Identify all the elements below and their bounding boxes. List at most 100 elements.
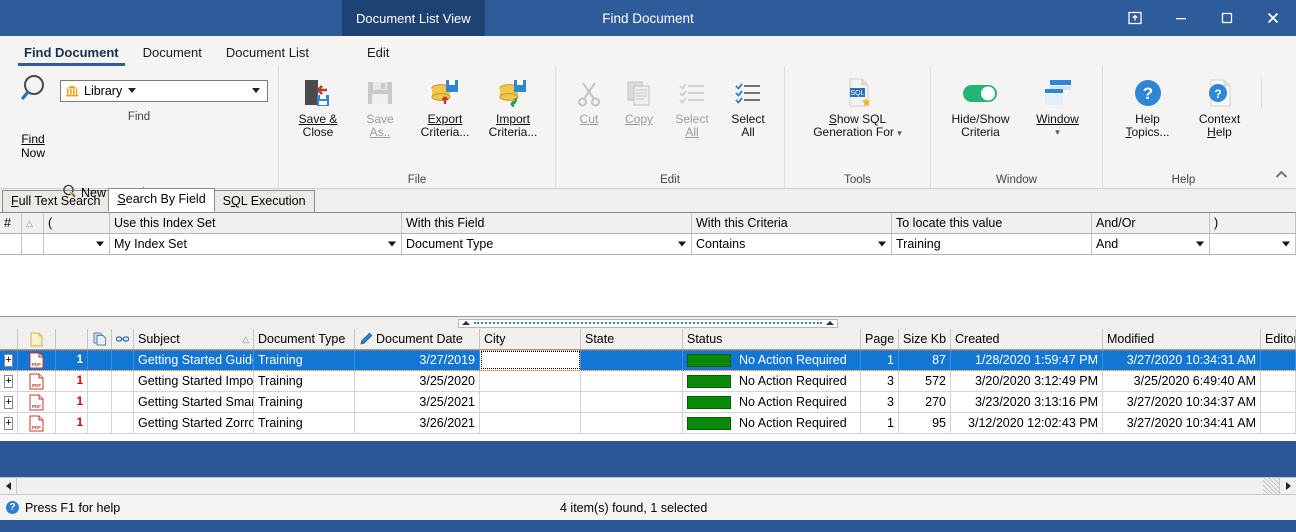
row-page[interactable]: 3 bbox=[861, 392, 899, 412]
row-document-date[interactable]: 3/25/2020 bbox=[355, 371, 480, 391]
results-header-editor[interactable]: Editor bbox=[1261, 329, 1296, 349]
hide-show-criteria-button[interactable]: Hide/Show Criteria bbox=[940, 71, 1022, 139]
close-icon[interactable] bbox=[1250, 0, 1296, 36]
pages-stack-icon[interactable] bbox=[88, 329, 112, 349]
criteria-header-close-paren[interactable]: ) bbox=[1210, 213, 1296, 233]
results-header-count[interactable] bbox=[56, 329, 88, 349]
criteria-operator-chevron-down-icon[interactable] bbox=[874, 237, 889, 252]
criteria-andor-chevron-down-icon[interactable] bbox=[1192, 237, 1207, 252]
row-editor[interactable] bbox=[1261, 392, 1296, 412]
results-header-city[interactable]: City bbox=[480, 329, 581, 349]
row-document-type[interactable]: Training bbox=[254, 413, 355, 433]
criteria-field-chevron-down-icon[interactable] bbox=[674, 237, 689, 252]
row-page[interactable]: 3 bbox=[861, 371, 899, 391]
row-pages-cell[interactable] bbox=[88, 350, 112, 370]
splitter-bar[interactable] bbox=[458, 318, 838, 328]
save-as-button[interactable]: Save As.. bbox=[349, 71, 411, 139]
row-pages-cell[interactable] bbox=[88, 413, 112, 433]
row-editor[interactable] bbox=[1261, 350, 1296, 370]
context-help-button[interactable]: ? Context Help bbox=[1184, 71, 1256, 139]
row-created[interactable]: 1/28/2020 1:59:47 PM bbox=[951, 350, 1103, 370]
window-button[interactable]: Window ▾ bbox=[1022, 71, 1094, 139]
row-link-cell[interactable] bbox=[112, 392, 134, 412]
results-header-document-type[interactable]: Document Type bbox=[254, 329, 355, 349]
resize-grip[interactable] bbox=[1263, 478, 1279, 494]
tab-document-list[interactable]: Document List bbox=[214, 42, 321, 66]
criteria-cell-marker[interactable] bbox=[22, 234, 44, 254]
criteria-header-value[interactable]: To locate this value bbox=[892, 213, 1092, 233]
criteria-cell-field[interactable]: Document Type bbox=[402, 234, 692, 254]
document-page-icon[interactable] bbox=[18, 329, 56, 349]
splitter-collapse-up-right-icon[interactable] bbox=[826, 321, 834, 325]
link-icon[interactable] bbox=[112, 329, 134, 349]
row-pages-cell[interactable] bbox=[88, 392, 112, 412]
copy-button[interactable]: Copy bbox=[614, 71, 664, 126]
row-status[interactable]: No Action Required bbox=[683, 392, 861, 412]
row-subject[interactable]: Getting Started Guide bbox=[134, 350, 254, 370]
row-created[interactable]: 3/12/2020 12:02:43 PM bbox=[951, 413, 1103, 433]
criteria-row[interactable]: My Index Set Document Type Contains Trai… bbox=[0, 234, 1296, 255]
window-chevron-down-icon[interactable]: ▾ bbox=[1055, 126, 1060, 139]
row-state[interactable] bbox=[581, 350, 683, 370]
criteria-close-paren-chevron-down-icon[interactable] bbox=[1278, 237, 1293, 252]
help-topics-button[interactable]: ? Help Topics... bbox=[1112, 71, 1184, 139]
row-modified[interactable]: 3/27/2020 10:34:37 AM bbox=[1103, 392, 1261, 412]
row-link-cell[interactable] bbox=[112, 350, 134, 370]
criteria-header-num[interactable]: # bbox=[0, 213, 22, 233]
library-combobox[interactable]: Library bbox=[60, 79, 268, 102]
row-document-date[interactable]: 3/25/2021 bbox=[355, 392, 480, 412]
import-criteria-button[interactable]: Import Criteria... bbox=[479, 71, 547, 139]
criteria-cell-index-set[interactable]: My Index Set bbox=[110, 234, 402, 254]
criteria-cell-operator[interactable]: Contains bbox=[692, 234, 892, 254]
row-expand-button[interactable]: + bbox=[0, 392, 18, 412]
table-row[interactable]: + PDF 1 Getting Started ZorroSig Trainin… bbox=[0, 413, 1296, 434]
criteria-header-index-set[interactable]: Use this Index Set bbox=[110, 213, 402, 233]
row-page[interactable]: 1 bbox=[861, 350, 899, 370]
results-header-size[interactable]: Size Kb bbox=[899, 329, 951, 349]
splitter-collapse-up-left-icon[interactable] bbox=[462, 321, 470, 325]
tab-edit[interactable]: Edit bbox=[355, 42, 401, 66]
row-size[interactable]: 270 bbox=[899, 392, 951, 412]
row-expand-button[interactable]: + bbox=[0, 350, 18, 370]
row-modified[interactable]: 3/27/2020 10:34:31 AM bbox=[1103, 350, 1261, 370]
row-modified[interactable]: 3/27/2020 10:34:41 AM bbox=[1103, 413, 1261, 433]
document-list-view-tab[interactable]: Document List View bbox=[342, 0, 485, 36]
scroll-track[interactable] bbox=[17, 478, 1263, 494]
criteria-cell-andor[interactable]: And bbox=[1092, 234, 1210, 254]
results-header-page[interactable]: Page bbox=[861, 329, 899, 349]
row-pages-cell[interactable] bbox=[88, 371, 112, 391]
table-row[interactable]: + PDF 1 Getting Started Smart C Training… bbox=[0, 392, 1296, 413]
row-modified[interactable]: 3/25/2020 6:49:40 AM bbox=[1103, 371, 1261, 391]
maximize-icon[interactable] bbox=[1204, 0, 1250, 36]
row-city[interactable] bbox=[480, 371, 581, 391]
row-document-type[interactable]: Training bbox=[254, 392, 355, 412]
minimize-icon[interactable] bbox=[1158, 0, 1204, 36]
row-state[interactable] bbox=[581, 413, 683, 433]
tab-sql-execution[interactable]: SQL ExecutionSQL Execution bbox=[213, 190, 315, 212]
tab-find-document[interactable]: Find Document bbox=[12, 42, 131, 66]
row-document-type[interactable]: Training bbox=[254, 371, 355, 391]
tab-document[interactable]: Document bbox=[131, 42, 214, 66]
row-created[interactable]: 3/23/2020 3:13:16 PM bbox=[951, 392, 1103, 412]
criteria-index-set-chevron-down-icon[interactable] bbox=[384, 237, 399, 252]
row-status[interactable]: No Action Required bbox=[683, 371, 861, 391]
select-all-button[interactable]: Select All bbox=[720, 71, 776, 139]
table-row[interactable]: + PDF 1 Getting Started Import E Trainin… bbox=[0, 371, 1296, 392]
row-page[interactable]: 1 bbox=[861, 413, 899, 433]
row-link-cell[interactable] bbox=[112, 413, 134, 433]
row-status[interactable]: No Action Required bbox=[683, 413, 861, 433]
row-link-cell[interactable] bbox=[112, 371, 134, 391]
criteria-cell-open-paren[interactable] bbox=[44, 234, 110, 254]
row-status[interactable]: No Action Required bbox=[683, 350, 861, 370]
row-city[interactable] bbox=[480, 413, 581, 433]
row-city[interactable] bbox=[480, 392, 581, 412]
row-state[interactable] bbox=[581, 371, 683, 391]
criteria-cell-num[interactable] bbox=[0, 234, 22, 254]
row-subject[interactable]: Getting Started ZorroSig bbox=[134, 413, 254, 433]
scroll-left-button[interactable] bbox=[0, 478, 17, 494]
row-editor[interactable] bbox=[1261, 413, 1296, 433]
criteria-header-operator[interactable]: With this Criteria bbox=[692, 213, 892, 233]
row-document-date[interactable]: 3/26/2021 bbox=[355, 413, 480, 433]
collapse-ribbon-chevron-up-icon[interactable] bbox=[1275, 168, 1288, 182]
row-subject[interactable]: Getting Started Smart C bbox=[134, 392, 254, 412]
